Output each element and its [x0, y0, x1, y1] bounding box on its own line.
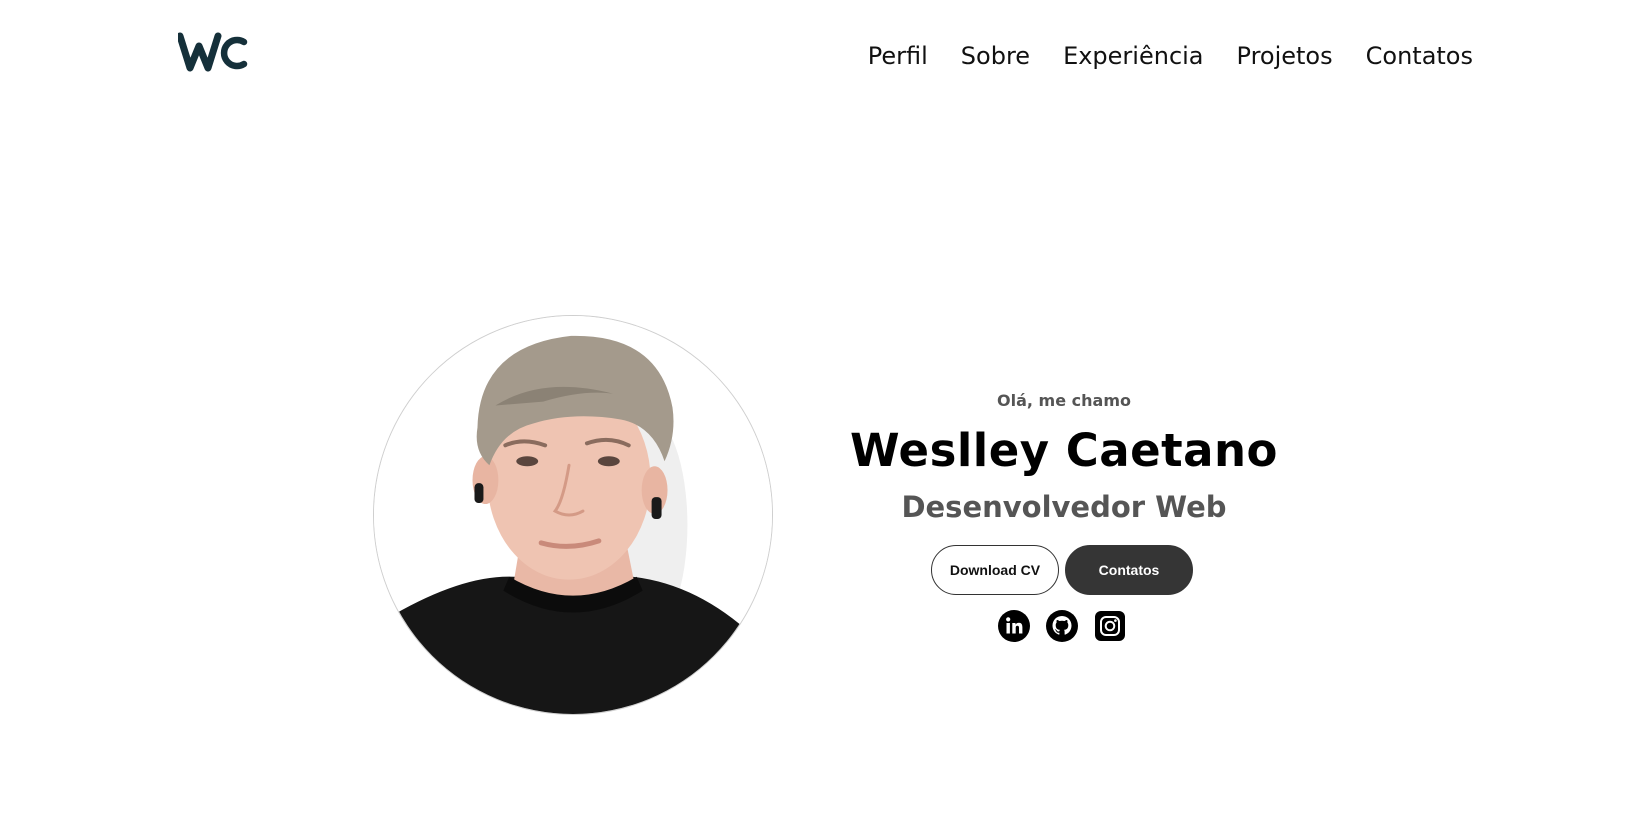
main-nav: Perfil Sobre Experiência Projetos Contat… — [868, 38, 1473, 74]
nav-link-contatos[interactable]: Contatos — [1366, 42, 1473, 70]
linkedin-icon — [998, 610, 1030, 642]
hero-role: Desenvolvedor Web — [901, 490, 1227, 524]
logo[interactable] — [178, 32, 252, 72]
nav-item-perfil: Perfil — [868, 38, 928, 74]
wc-logo-mark — [178, 32, 248, 72]
hero-buttons: Download CV Contatos — [931, 545, 1193, 595]
nav-link-experiencia[interactable]: Experiência — [1063, 42, 1203, 70]
nav-item-projetos: Projetos — [1237, 38, 1333, 74]
nav-item-contatos: Contatos — [1366, 38, 1473, 74]
greeting-text: Olá, me chamo — [997, 391, 1131, 410]
nav-link-perfil[interactable]: Perfil — [868, 42, 928, 70]
portfolio-page: Perfil Sobre Experiência Projetos Contat… — [0, 0, 1639, 827]
contacts-button[interactable]: Contatos — [1065, 545, 1193, 595]
github-link[interactable] — [1046, 610, 1078, 642]
github-icon — [1046, 610, 1078, 642]
profile-photo — [373, 315, 773, 715]
hero-name: Weslley Caetano — [850, 424, 1278, 477]
social-links — [998, 610, 1126, 642]
linkedin-link[interactable] — [998, 610, 1030, 642]
instagram-icon — [1095, 611, 1125, 641]
nav-link-sobre[interactable]: Sobre — [961, 42, 1030, 70]
download-cv-button[interactable]: Download CV — [931, 545, 1059, 595]
nav-item-sobre: Sobre — [961, 38, 1030, 74]
nav-item-experiencia: Experiência — [1063, 38, 1203, 74]
instagram-link[interactable] — [1094, 610, 1126, 642]
profile-photo-illustration — [374, 316, 772, 714]
nav-link-projetos[interactable]: Projetos — [1237, 42, 1333, 70]
